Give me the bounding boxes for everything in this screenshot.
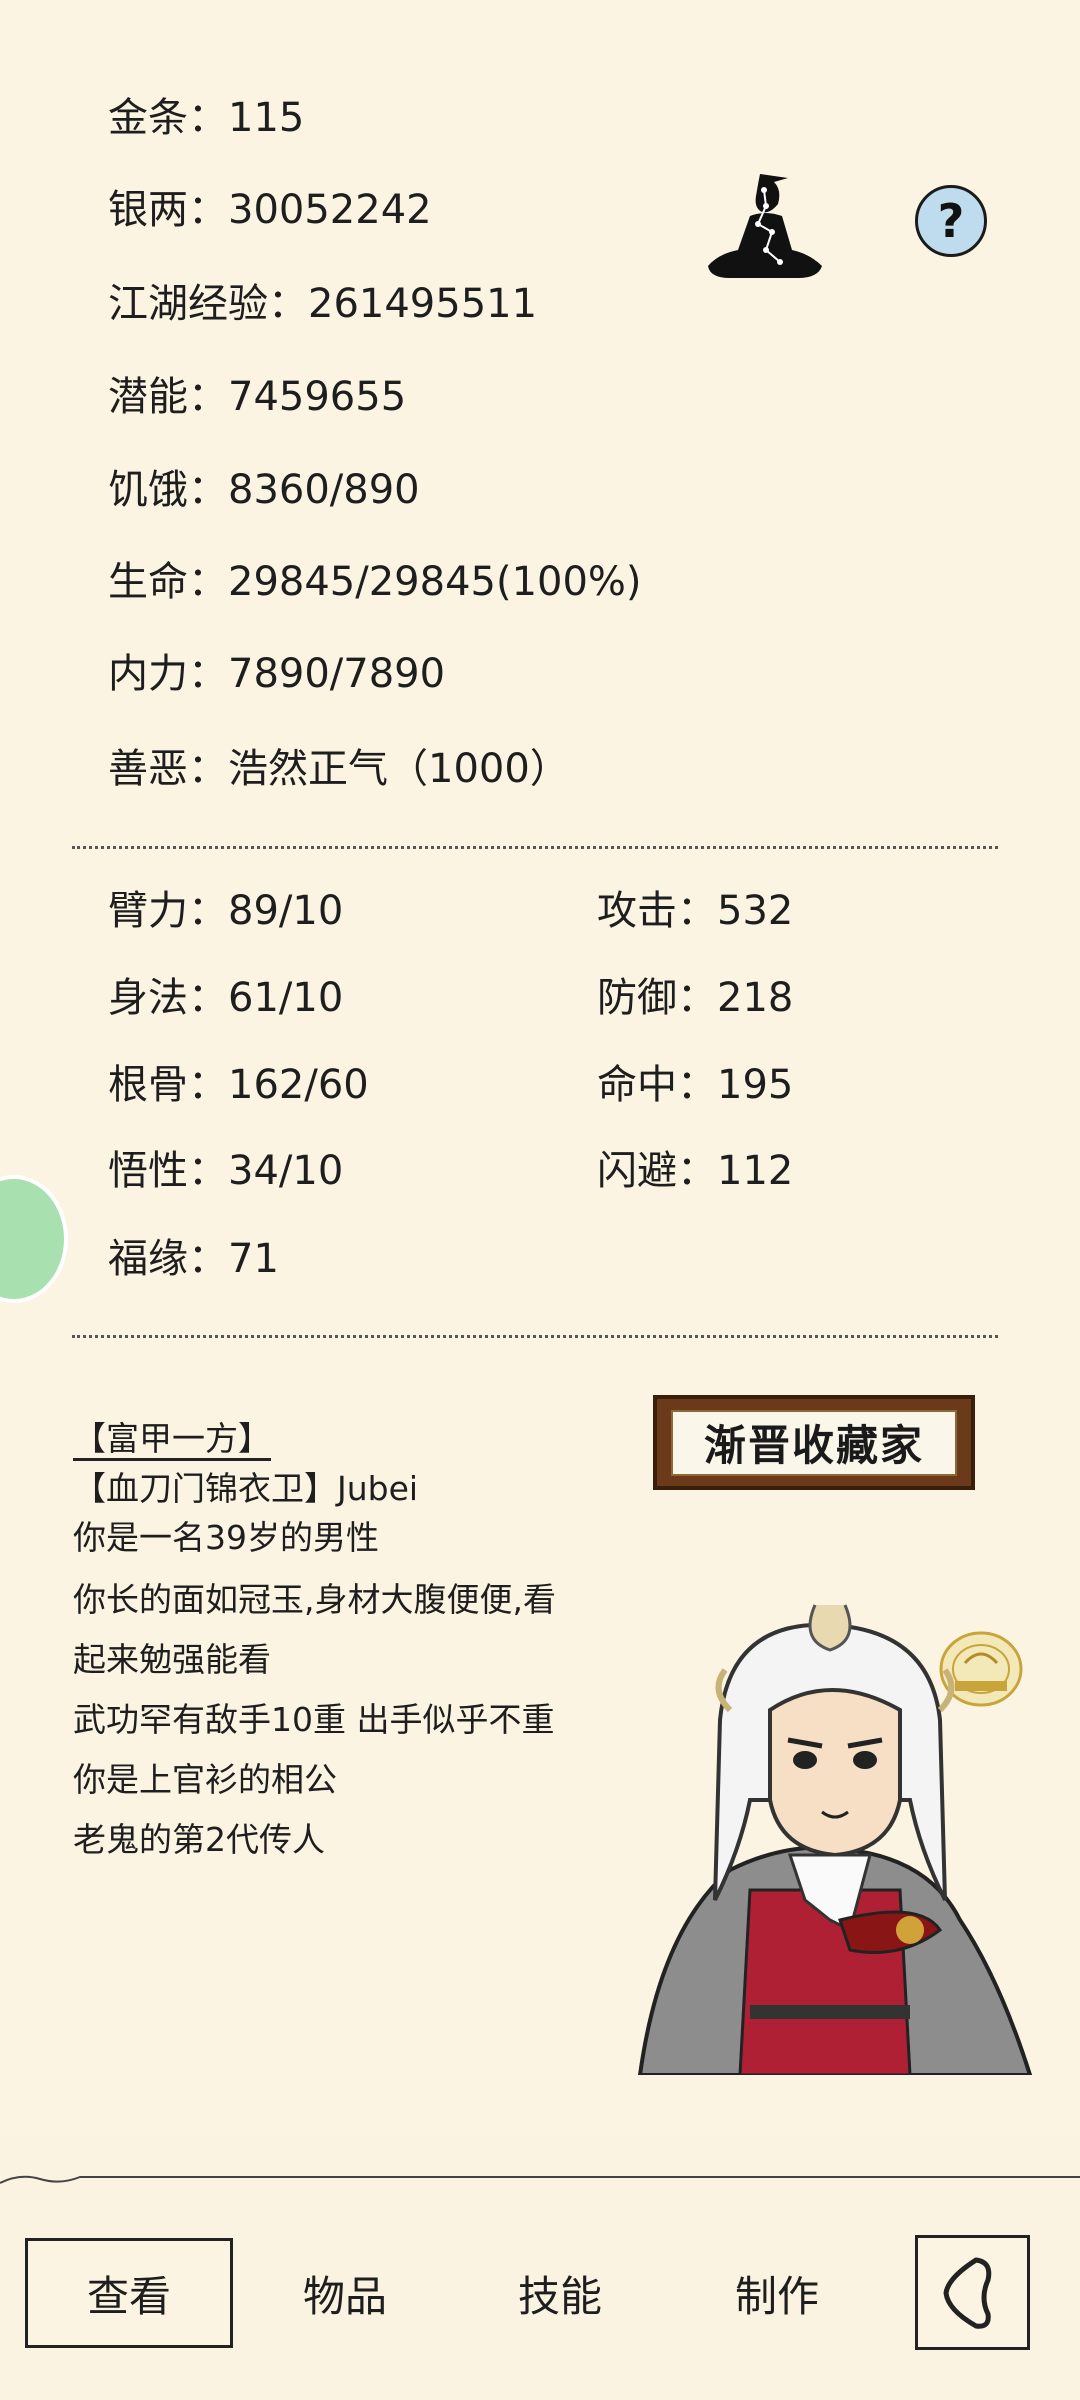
stat-label: 福缘： (108, 1236, 228, 1282)
stat-gold-bars: 金条：115 (108, 94, 304, 142)
stat-label: 善恶： (108, 746, 228, 792)
nav-items-label: 物品 (302, 2271, 387, 2321)
attr-comprehension: 悟性：34/10 (108, 1147, 343, 1195)
stat-value: 162/60 (228, 1062, 369, 1108)
bio-line: 你长的面如冠玉,身材大腹便便,看 (73, 1580, 556, 1619)
stat-value: 532 (717, 888, 794, 934)
side-bubble-text: 1300 (0, 1209, 4, 1287)
bio-line: 你是一名39岁的男性 (73, 1518, 379, 1557)
stat-potential: 潜能：7459655 (108, 373, 406, 421)
stat-label: 攻击： (597, 888, 717, 934)
stat-value: 195 (717, 1062, 794, 1108)
stat-value: 218 (717, 975, 794, 1021)
stat-label: 金条： (108, 95, 228, 141)
stat-label: 银两： (108, 187, 228, 233)
help-button[interactable]: ? (915, 185, 987, 257)
stat-label: 命中： (597, 1062, 717, 1108)
bio-line: 【血刀门锦衣卫】Jubei (73, 1469, 419, 1508)
floating-side-button[interactable]: 1300 (0, 1175, 68, 1303)
nav-skills-button[interactable]: 技能 (485, 2238, 635, 2348)
character-info-panel: 金条：115 银两：30052242 江湖经验：261495511 潜能：745… (0, 0, 1080, 2135)
stat-value: 浩然正气（1000） (228, 746, 570, 792)
stat-experience: 江湖经验：261495511 (108, 280, 537, 328)
stat-label: 根骨： (108, 1062, 228, 1108)
stat-label: 潜能： (108, 374, 228, 420)
stat-silver: 银两：30052242 (108, 186, 432, 234)
divider (72, 1335, 998, 1338)
back-arrow-icon (943, 2257, 992, 2329)
stat-value: 71 (228, 1236, 279, 1282)
stat-label: 臂力： (108, 888, 228, 934)
attr-strength: 臂力：89/10 (108, 887, 343, 935)
nav-view-label: 查看 (86, 2271, 171, 2321)
stat-label: 悟性： (108, 1148, 228, 1194)
nav-skills-label: 技能 (517, 2271, 602, 2321)
stat-morality: 善恶：浩然正气（1000） (108, 745, 570, 793)
title-plaque[interactable]: 渐晋收藏家 (653, 1395, 975, 1490)
bio-line: 你是上官衫的相公 (73, 1760, 337, 1799)
stat-value: 89/10 (228, 888, 344, 934)
bio-line: 老鬼的第2代传人 (73, 1820, 325, 1859)
attr-agility: 身法：61/10 (108, 974, 343, 1022)
stat-value: 8360/890 (228, 467, 420, 513)
back-button[interactable] (915, 2235, 1030, 2350)
stat-value: 61/10 (228, 975, 344, 1021)
character-portrait[interactable] (600, 1600, 1055, 2075)
bio-title-text: 【富甲一方】 (73, 1419, 271, 1461)
attr-accuracy: 命中：195 (597, 1061, 793, 1109)
stat-label: 身法： (108, 975, 228, 1021)
stat-label: 饥饿： (108, 467, 228, 513)
attr-luck: 福缘：71 (108, 1235, 279, 1283)
stat-label: 防御： (597, 975, 717, 1021)
meditating-figure-icon[interactable] (700, 170, 830, 285)
stat-value: 7459655 (228, 374, 407, 420)
attr-dodge: 闪避：112 (597, 1147, 793, 1195)
stat-value: 261495511 (308, 281, 538, 327)
bio-title[interactable]: 【富甲一方】 (73, 1419, 271, 1461)
stat-label: 生命： (108, 559, 228, 605)
stat-inner-power: 内力：7890/7890 (108, 650, 445, 698)
bio-line: 起来勉强能看 (73, 1640, 271, 1679)
attr-constitution: 根骨：162/60 (108, 1061, 369, 1109)
stat-label: 内力： (108, 651, 228, 697)
attr-defense: 防御：218 (597, 974, 793, 1022)
nav-craft-button[interactable]: 制作 (702, 2238, 852, 2348)
bio-line: 武功罕有敌手10重 出手似乎不重 (73, 1700, 555, 1739)
stat-value: 7890/7890 (228, 651, 446, 697)
stat-label: 江湖经验： (108, 281, 308, 327)
stat-value: 112 (717, 1148, 794, 1194)
stat-label: 闪避： (597, 1148, 717, 1194)
divider-decoration (0, 2175, 1080, 2184)
nav-craft-label: 制作 (734, 2271, 819, 2321)
stat-health: 生命：29845/29845(100%) (108, 558, 642, 606)
stat-value: 29845/29845(100%) (228, 559, 642, 605)
stat-value: 115 (228, 95, 305, 141)
stat-value: 30052242 (228, 187, 432, 233)
plaque-text: 渐晋收藏家 (671, 1409, 957, 1476)
stat-hunger: 饥饿：8360/890 (108, 466, 420, 514)
nav-view-button[interactable]: 查看 (25, 2238, 233, 2348)
nav-items-button[interactable]: 物品 (270, 2238, 420, 2348)
attr-attack: 攻击：532 (597, 887, 793, 935)
stat-value: 34/10 (228, 1148, 344, 1194)
divider (72, 846, 998, 849)
question-mark-icon: ? (937, 194, 965, 248)
